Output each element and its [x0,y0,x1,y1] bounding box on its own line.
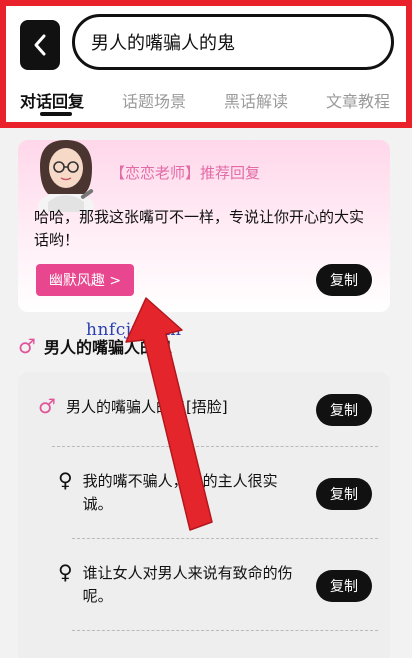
back-arrow-icon [34,34,46,56]
copy-button[interactable]: 复制 [316,570,372,602]
recommendation-title: 【恋恋老师】推荐回复 [110,164,261,182]
message-text: 谁让女人对男人来说有致命的伤呢。 [82,564,293,605]
male-icon: ♂ [38,394,56,418]
divider [52,446,378,447]
tab-topic-scenes[interactable]: 话题场景 [122,88,186,112]
copy-button[interactable]: 复制 [316,478,372,510]
list-item: ♀ 谁让女人对男人来说有致命的伤呢。 [58,562,298,608]
recommendation-card: 【恋恋老师】推荐回复 哈哈，那我这张嘴可不一样，专说让你开心的大实话哟！ 幽默风… [18,140,390,312]
header-highlight: 男人的嘴骗人的鬼 对话回复 话题场景 黑话解读 文章教程 [0,0,412,128]
recommendation-text: 哈哈，那我这张嘴可不一样，专说让你开心的大实话哟！ [34,208,365,249]
divider [72,538,378,539]
copy-button[interactable]: 复制 [316,264,372,296]
message-text: 男人的嘴骗人的鬼[捂脸] [65,398,228,416]
back-button[interactable] [20,20,60,70]
tab-slang-explain[interactable]: 黑话解读 [224,88,288,112]
female-icon: ♀ [58,468,73,492]
section-heading: ♂ 男人的嘴骗人的鬼 [18,334,172,358]
search-input[interactable]: 男人的嘴骗人的鬼 [72,14,394,70]
active-tab-indicator [40,112,72,116]
teacher-avatar [38,140,94,212]
humor-style-button[interactable]: 幽默风趣 > [36,264,134,296]
male-icon: ♂ [18,334,36,358]
female-icon: ♀ [58,560,73,584]
copy-button[interactable]: 复制 [316,394,372,426]
search-text: 男人的嘴骗人的鬼 [91,33,235,54]
conversation-card: ♂ 男人的嘴骗人的鬼[捂脸] 复制 ♀ 我的嘴不骗人，它的主人很实诚。 复制 ♀… [18,372,390,658]
list-item: ♀ 我的嘴不骗人，它的主人很实诚。 [58,470,298,516]
message-text: 我的嘴不骗人，它的主人很实诚。 [82,472,278,513]
tab-article-tutorials[interactable]: 文章教程 [326,88,390,112]
section-heading-text: 男人的嘴骗人的鬼 [43,338,172,357]
list-item: ♂ 男人的嘴骗人的鬼[捂脸] [38,396,298,419]
tab-dialogue-reply[interactable]: 对话回复 [20,88,84,112]
divider [72,630,378,631]
tab-bar: 对话回复 话题场景 黑话解读 文章教程 [6,82,406,122]
